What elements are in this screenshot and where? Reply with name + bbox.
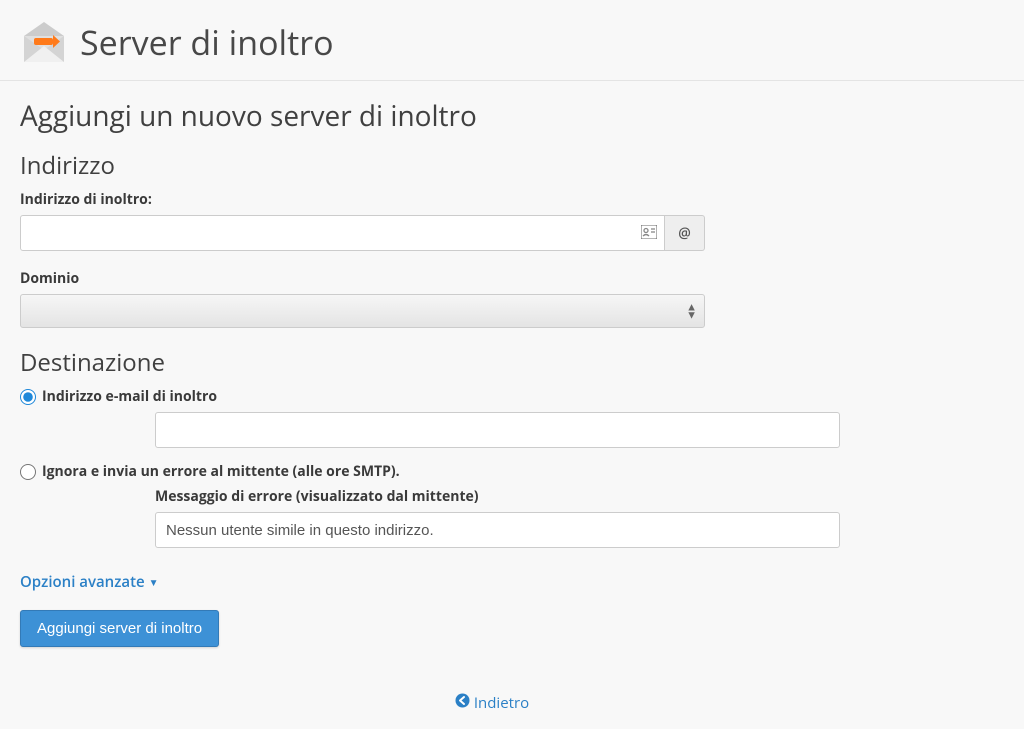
caret-down-icon: ▼: [149, 575, 159, 589]
page-title: Server di inoltro: [80, 19, 334, 65]
address-heading: Indirizzo: [20, 149, 1004, 182]
content-area: Aggiungi un nuovo server di inoltro Indi…: [0, 81, 1024, 729]
advanced-options-toggle[interactable]: Opzioni avanzate ▼: [20, 572, 159, 592]
forward-email-wrapper: [155, 412, 1004, 448]
back-link[interactable]: Indietro: [455, 693, 529, 713]
forward-radio[interactable]: [20, 389, 36, 405]
arrow-left-circle-icon: [455, 693, 470, 713]
forward-radio-label: Indirizzo e-mail di inoltro: [42, 387, 217, 406]
destination-heading: Destinazione: [20, 346, 1004, 379]
forward-option-row: Indirizzo e-mail di inoltro: [20, 387, 1004, 406]
error-option-row: Ignora e invia un errore al mittente (al…: [20, 462, 1004, 481]
envelope-forward-icon: [20, 18, 68, 66]
domain-select-wrapper: ▲▼: [20, 294, 705, 328]
error-message-wrapper: Messaggio di errore (visualizzato dal mi…: [155, 487, 1004, 548]
error-message-input[interactable]: [155, 512, 840, 548]
at-addon: @: [665, 215, 705, 251]
page-header: Server di inoltro: [0, 0, 1024, 81]
error-radio[interactable]: [20, 464, 36, 480]
error-radio-label: Ignora e invia un errore al mittente (al…: [42, 462, 400, 481]
add-forwarder-heading: Aggiungi un nuovo server di inoltro: [20, 97, 1004, 135]
footer: Indietro: [20, 691, 1004, 713]
domain-select[interactable]: [20, 294, 705, 328]
forward-address-group: @: [20, 215, 705, 251]
advanced-options-label: Opzioni avanzate: [20, 572, 145, 592]
error-message-label: Messaggio di errore (visualizzato dal mi…: [155, 487, 1004, 506]
add-forwarder-button[interactable]: Aggiungi server di inoltro: [20, 610, 219, 647]
forward-email-input[interactable]: [155, 412, 840, 448]
forward-address-label: Indirizzo di inoltro:: [20, 190, 1004, 209]
back-label: Indietro: [474, 693, 529, 713]
domain-label: Dominio: [20, 269, 1004, 288]
forward-address-input[interactable]: [20, 215, 665, 251]
